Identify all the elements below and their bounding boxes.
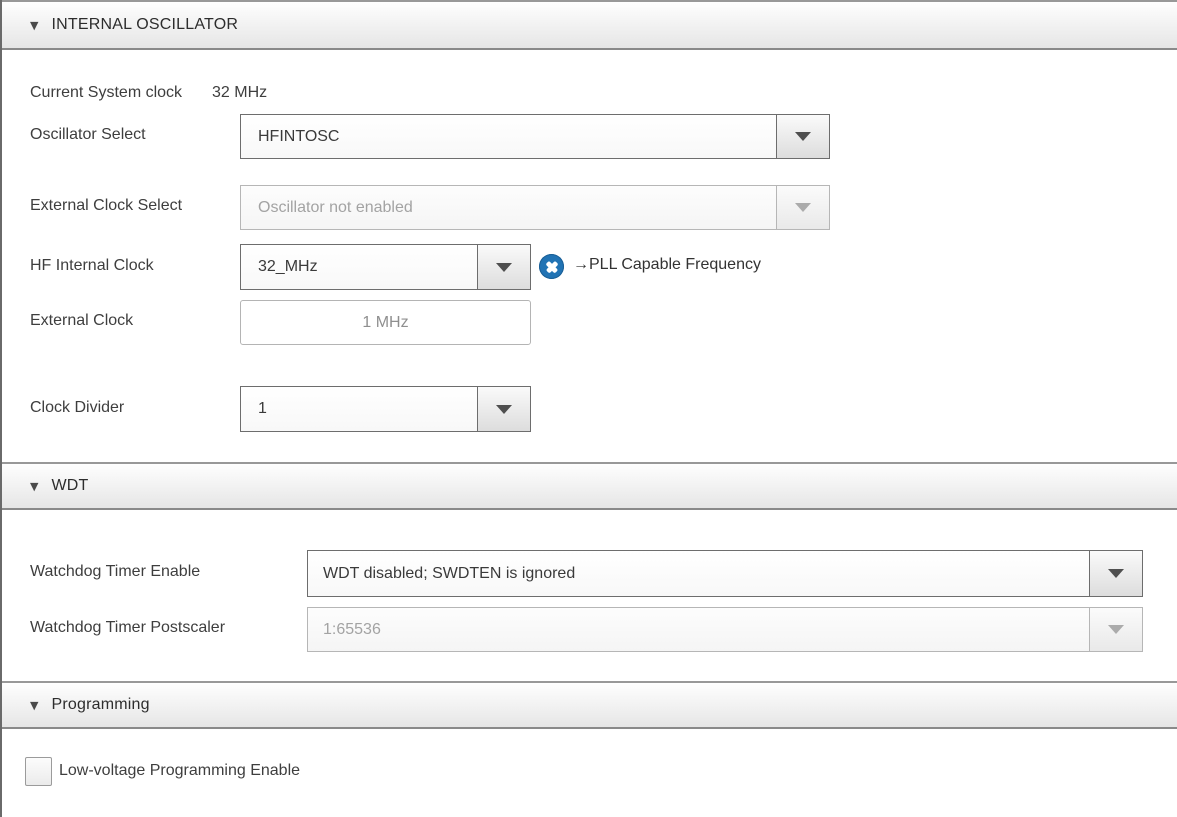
external-clock-select-label: External Clock Select bbox=[30, 197, 182, 215]
dropdown-arrow-button bbox=[1089, 608, 1142, 651]
clock-divider-combobox[interactable]: 1 bbox=[240, 386, 531, 432]
dropdown-arrow-icon bbox=[496, 405, 512, 414]
watchdog-timer-enable-combobox[interactable]: WDT disabled; SWDTEN is ignored bbox=[307, 550, 1143, 597]
external-clock-value: 1 MHz bbox=[362, 314, 408, 332]
section-header-wdt[interactable]: ▼ WDT bbox=[0, 462, 1177, 510]
section-header-internal-oscillator[interactable]: ▼ INTERNAL OSCILLATOR bbox=[0, 0, 1177, 50]
watchdog-timer-postscaler-label: Watchdog Timer Postscaler bbox=[30, 619, 225, 637]
oscillator-select-label: Oscillator Select bbox=[30, 126, 146, 144]
pll-clear-icon[interactable] bbox=[539, 254, 564, 279]
collapse-triangle-icon: ▼ bbox=[30, 699, 38, 712]
dropdown-arrow-icon bbox=[795, 203, 811, 212]
external-clock-select-combobox: Oscillator not enabled bbox=[240, 185, 830, 230]
dropdown-arrow-button[interactable] bbox=[477, 245, 530, 289]
combobox-value: 1 bbox=[241, 387, 477, 431]
collapse-triangle-icon: ▼ bbox=[30, 480, 38, 493]
combobox-value: WDT disabled; SWDTEN is ignored bbox=[308, 551, 1089, 596]
hf-internal-clock-label: HF Internal Clock bbox=[30, 257, 154, 275]
lvp-label: Low-voltage Programming Enable bbox=[59, 762, 300, 780]
lvp-checkbox[interactable] bbox=[25, 757, 52, 786]
dropdown-arrow-button[interactable] bbox=[477, 387, 530, 431]
dropdown-arrow-button[interactable] bbox=[1089, 551, 1142, 596]
clock-divider-label: Clock Divider bbox=[30, 399, 124, 417]
external-clock-input: 1 MHz bbox=[240, 300, 531, 345]
oscillator-select-combobox[interactable]: HFINTOSC bbox=[240, 114, 830, 159]
section-header-programming[interactable]: ▼ Programming bbox=[0, 681, 1177, 729]
watchdog-timer-postscaler-combobox: 1:65536 bbox=[307, 607, 1143, 652]
current-system-clock-value: 32 MHz bbox=[212, 84, 267, 102]
section-title: INTERNAL OSCILLATOR bbox=[51, 16, 238, 34]
section-title: WDT bbox=[51, 477, 88, 495]
collapse-triangle-icon: ▼ bbox=[30, 19, 38, 32]
dropdown-arrow-button[interactable] bbox=[776, 115, 829, 158]
combobox-value: 32_MHz bbox=[241, 245, 477, 289]
current-system-clock-label: Current System clock bbox=[30, 84, 182, 102]
combobox-value: HFINTOSC bbox=[241, 115, 776, 158]
watchdog-timer-enable-label: Watchdog Timer Enable bbox=[30, 563, 200, 581]
dropdown-arrow-icon bbox=[795, 132, 811, 141]
pll-note: →PLL Capable Frequency bbox=[573, 256, 761, 274]
hf-internal-clock-combobox[interactable]: 32_MHz bbox=[240, 244, 531, 290]
dropdown-arrow-icon bbox=[1108, 569, 1124, 578]
external-clock-label: External Clock bbox=[30, 312, 133, 330]
section-title: Programming bbox=[51, 696, 149, 714]
combobox-value: 1:65536 bbox=[308, 608, 1089, 651]
config-panel: ▼ INTERNAL OSCILLATOR Current System clo… bbox=[0, 0, 1177, 817]
dropdown-arrow-button bbox=[776, 186, 829, 229]
dropdown-arrow-icon bbox=[496, 263, 512, 272]
dropdown-arrow-icon bbox=[1108, 625, 1124, 634]
combobox-value: Oscillator not enabled bbox=[241, 186, 776, 229]
